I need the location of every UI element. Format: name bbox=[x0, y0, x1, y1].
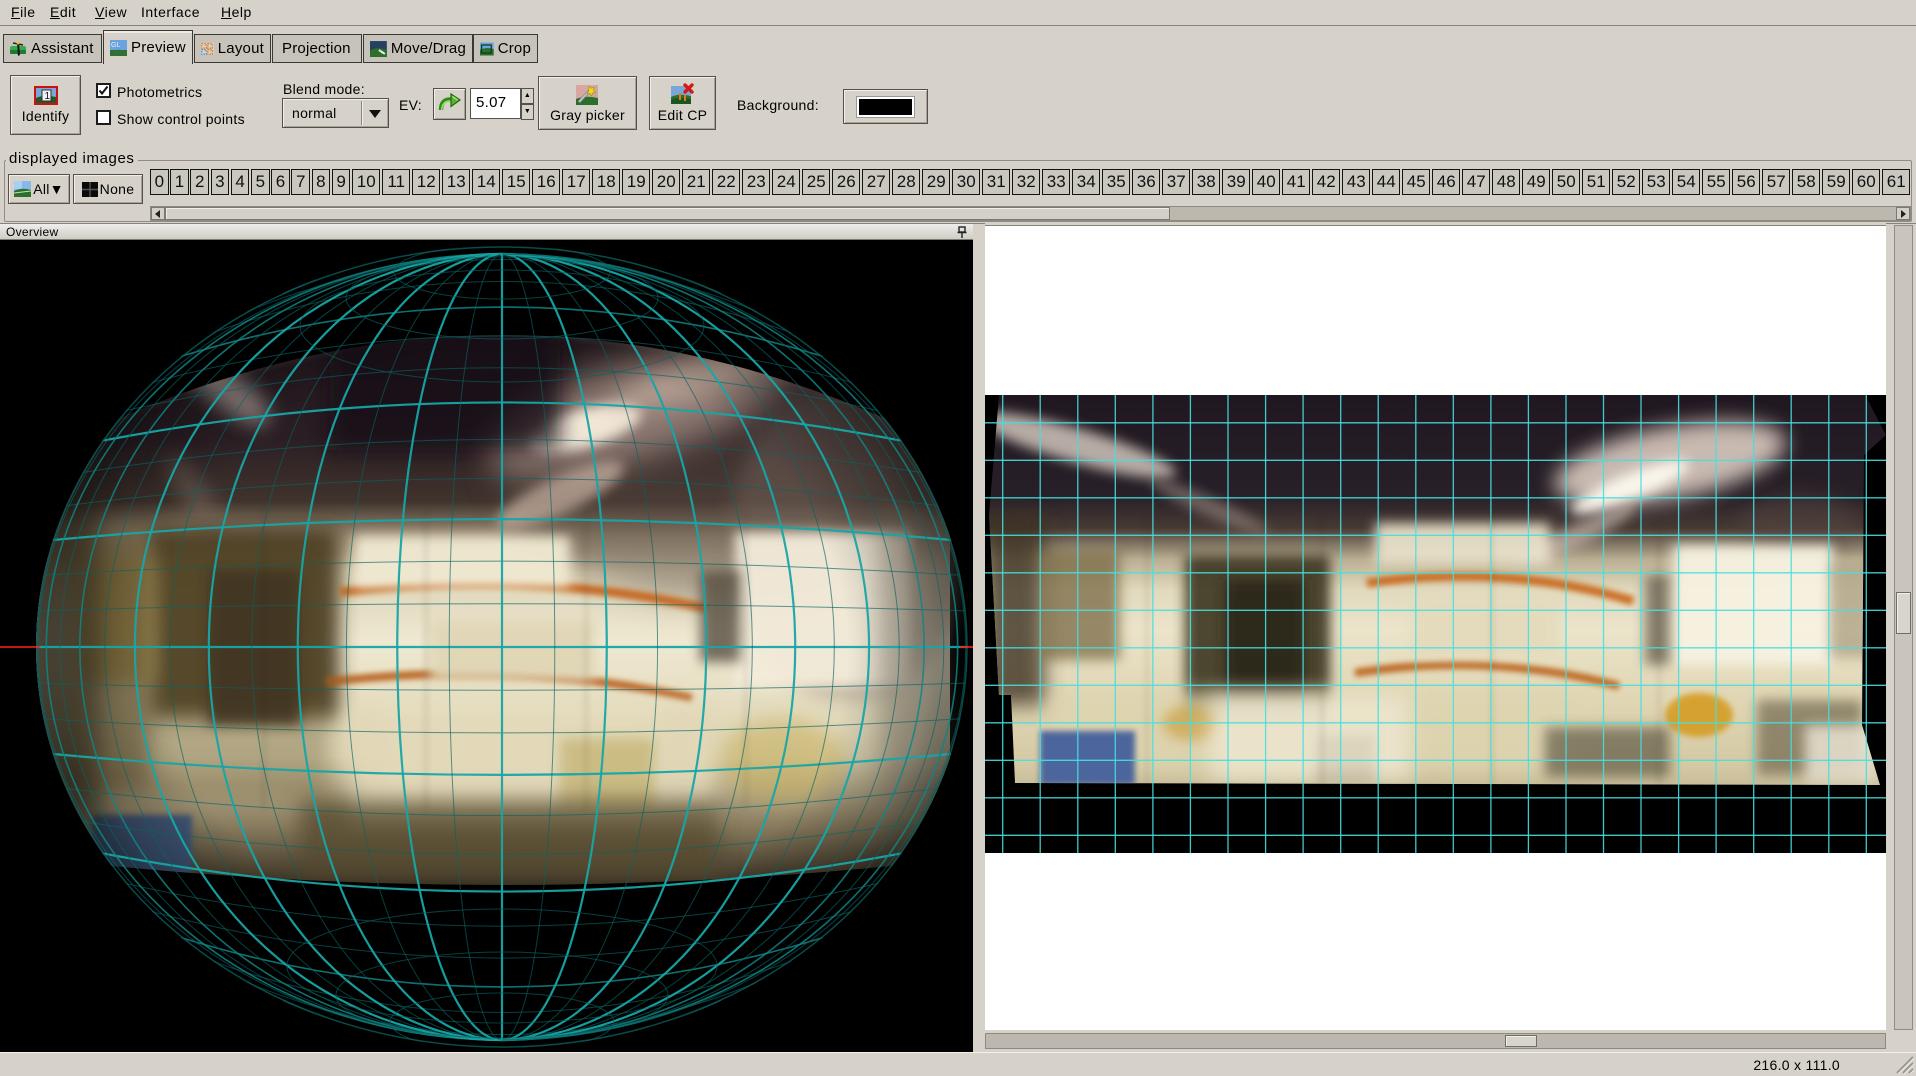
svg-text:1: 1 bbox=[44, 91, 50, 102]
svg-text:GL: GL bbox=[111, 42, 121, 49]
